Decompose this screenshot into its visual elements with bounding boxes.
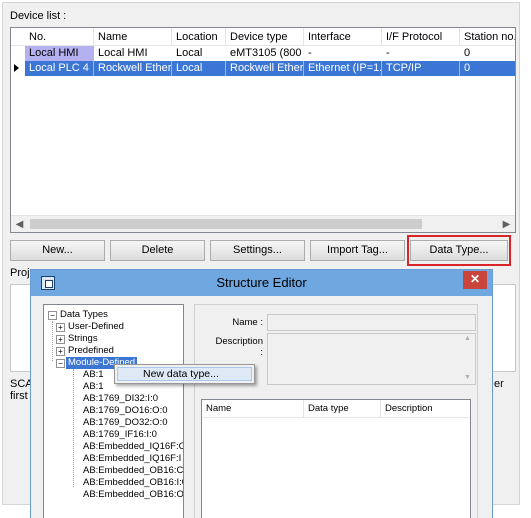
column-data-type[interactable]: Data type (304, 400, 381, 418)
tree-node-strings[interactable]: Strings (68, 333, 98, 345)
tree-node-module[interactable]: AB:1 (83, 381, 104, 393)
collapse-toggle-icon[interactable]: − (56, 359, 65, 368)
column-description[interactable]: Description (381, 400, 470, 418)
scroll-down-icon[interactable]: ▼ (464, 374, 471, 381)
expand-toggle-icon[interactable]: + (56, 347, 65, 356)
cell-location: Local (172, 61, 226, 76)
name-label: Name : (232, 317, 263, 328)
cell-station: 0 (464, 47, 471, 59)
member-table[interactable]: Name Data type Description (201, 399, 471, 518)
tree-node-module[interactable]: AB:1769_DO32:O:0 (83, 417, 168, 429)
scroll-right-icon[interactable]: ▶ (498, 216, 515, 232)
scroll-left-icon[interactable]: ◀ (11, 216, 28, 232)
cell-location: Local (176, 47, 203, 59)
import-tag-button[interactable]: Import Tag... (310, 240, 405, 261)
tree-node-module[interactable]: AB:Embedded_IQ16F:I (83, 453, 181, 465)
cell-protocol: - (386, 47, 390, 59)
tree-node-module[interactable]: AB:1769_IF16:I:0 (83, 429, 157, 441)
tree-node-module[interactable]: AB:Embedded_IQ16F:C (83, 441, 183, 453)
expand-toggle-icon[interactable]: + (56, 323, 65, 332)
table-row[interactable]: Local PLC 4 Rockwell Ether... Local Rock… (11, 61, 515, 76)
collapse-toggle-icon[interactable]: − (48, 311, 57, 320)
tree-node-module[interactable]: AB:Embedded_OB16:I:0 (83, 477, 183, 489)
settings-button[interactable]: Settings... (210, 240, 305, 261)
tree-node-module[interactable]: AB:Embedded_OB16:C: (83, 465, 183, 477)
column-member-name[interactable]: Name (202, 400, 304, 418)
column-no[interactable]: No. (25, 28, 94, 46)
description-label: Description : (215, 336, 263, 358)
tree-node-module[interactable]: AB:1769_DO16:O:0 (83, 405, 168, 417)
cell-device-type: Rockwell Ether... (226, 61, 304, 76)
column-station-no[interactable]: Station no. (460, 28, 515, 46)
scrollbar-thumb[interactable] (30, 219, 422, 229)
column-interface[interactable]: Interface (304, 28, 382, 46)
row-marker-icon (14, 64, 19, 72)
cell-name: Rockwell Ether... (94, 61, 172, 76)
tree-connector (73, 369, 74, 487)
structure-editor-window: Structure Editor ✕ − Data Types + User-D… (30, 269, 493, 518)
cell-name: Local HMI (98, 47, 148, 59)
delete-button[interactable]: Delete (110, 240, 205, 261)
cell-protocol: TCP/IP (382, 61, 460, 76)
description-field[interactable] (267, 333, 476, 385)
data-type-tree[interactable]: − Data Types + User-Defined + Strings + … (43, 304, 184, 518)
column-name[interactable]: Name (94, 28, 172, 46)
tree-node-data-types[interactable]: Data Types (60, 309, 108, 321)
cell-device-type: eMT3105 (800 ... (230, 47, 304, 59)
tree-node-module[interactable]: AB:1769_DI32:I:0 (83, 393, 158, 405)
cell-station: 0 (460, 61, 515, 76)
table-row[interactable]: Local HMI Local HMI Local eMT3105 (800 .… (11, 46, 515, 61)
device-table[interactable]: No. Name Location Device type Interface … (10, 27, 516, 233)
column-device-type[interactable]: Device type (226, 28, 304, 46)
column-location[interactable]: Location (172, 28, 226, 46)
tree-node-user-defined[interactable]: User-Defined (68, 321, 124, 333)
cell-no: Local HMI (25, 46, 94, 61)
expand-toggle-icon[interactable]: + (56, 335, 65, 344)
cell-interface: Ethernet (IP=1... (304, 61, 382, 76)
horizontal-scrollbar[interactable]: ◀ ▶ (11, 215, 515, 232)
device-list-label: Device list : (10, 10, 67, 22)
name-field[interactable] (267, 314, 476, 331)
close-button[interactable]: ✕ (463, 271, 487, 289)
new-button[interactable]: New... (10, 240, 105, 261)
window-title: Structure Editor (216, 275, 307, 290)
er-text: er (494, 378, 504, 390)
context-menu: New data type... (114, 364, 255, 384)
column-if-protocol[interactable]: I/F Protocol (382, 28, 460, 46)
tree-connector (52, 321, 53, 361)
cell-no: Local PLC 4 (25, 61, 94, 76)
scroll-up-icon[interactable]: ▲ (464, 335, 471, 342)
tree-node-module[interactable]: AB:Embedded_OB16:O: (83, 489, 183, 501)
callout-highlight (407, 235, 511, 266)
tree-node-predefined[interactable]: Predefined (68, 345, 114, 357)
tree-node-module[interactable]: AB:1 (83, 369, 104, 381)
table-header: No. Name Location Device type Interface … (11, 28, 515, 46)
new-data-type-menu-item[interactable]: New data type... (117, 367, 252, 381)
cell-interface: - (308, 47, 312, 59)
